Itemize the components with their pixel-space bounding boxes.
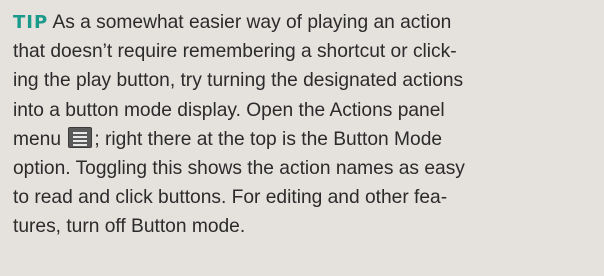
tip-line-6: option. Toggling this shows the action n… (13, 158, 465, 180)
tip-line-5: menu ; right there at the top is the But… (13, 125, 594, 154)
panel-menu-icon (68, 126, 93, 148)
tip-line-3: ing the play button, try turning the des… (13, 70, 464, 92)
tip-line-1: TIP As a somewhat easier way of playing … (13, 8, 594, 37)
tip-line-5-prefix: menu (13, 128, 67, 150)
tip-line-7: to read and click buttons. For editing a… (13, 187, 448, 209)
tip-line-1-text: As a somewhat easier way of playing an a… (48, 12, 452, 33)
tip-label: TIP (13, 12, 49, 33)
tip-line-5-text: ; right there at the top is the Button M… (94, 128, 443, 150)
tip-paragraph: TIP As a somewhat easier way of playing … (13, 8, 594, 242)
tip-line-4: into a button mode display. Open the Act… (13, 99, 445, 121)
tip-line-2: that doesn’t require remembering a short… (13, 41, 457, 63)
tip-box: TIP As a somewhat easier way of playing … (0, 0, 604, 276)
tip-line-8: tures, turn off Button mode. (13, 216, 246, 238)
